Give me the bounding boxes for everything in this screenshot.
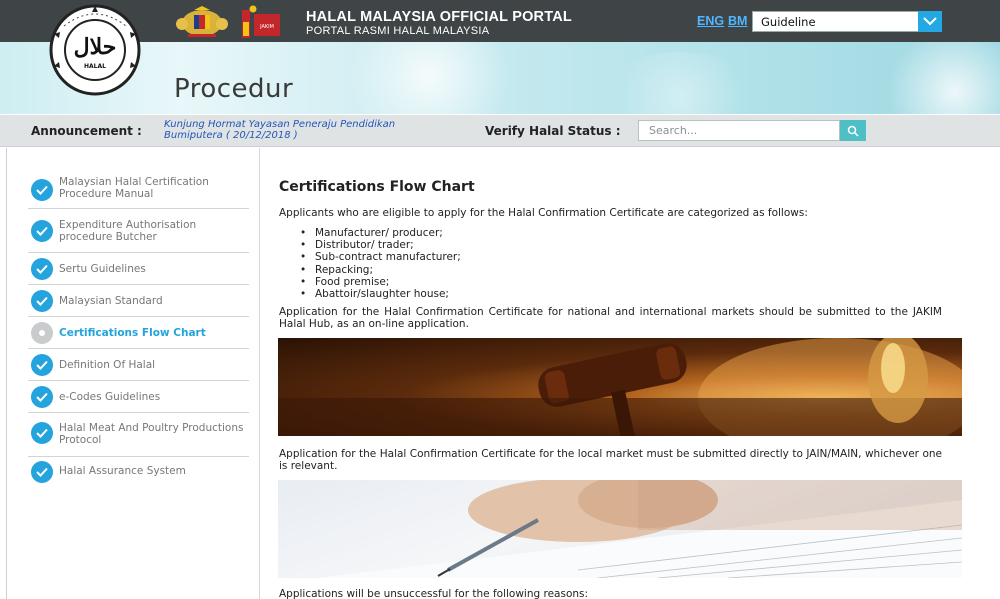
check-circle-icon bbox=[31, 461, 53, 483]
applicant-categories-list: Manufacturer/ producer; Distributor/ tra… bbox=[300, 227, 461, 300]
announcement-label: Announcement : bbox=[31, 124, 142, 138]
guideline-select[interactable]: Guideline bbox=[752, 11, 942, 32]
sidebar-item-label: Sertu Guidelines bbox=[59, 263, 146, 275]
check-circle-icon bbox=[31, 179, 53, 201]
sidebar-item-label: Certifications Flow Chart bbox=[59, 327, 206, 339]
sidebar-item-definition-of-halal[interactable]: Definition Of Halal bbox=[28, 349, 249, 381]
portal-subtitle: PORTAL RASMI HALAL MALAYSIA bbox=[306, 25, 490, 37]
sidebar-item-halal-assurance-system[interactable]: Halal Assurance System bbox=[28, 457, 249, 487]
verify-halal-label: Verify Halal Status : bbox=[485, 124, 621, 138]
check-circle-icon bbox=[31, 290, 53, 312]
list-item: Manufacturer/ producer; bbox=[300, 227, 461, 239]
sidebar-item-halal-procedure-manual[interactable]: Malaysian Halal Certification Procedure … bbox=[28, 172, 249, 209]
active-dot-icon bbox=[31, 322, 53, 344]
unsuccessful-reasons-paragraph: Applications will be unsuccessful for th… bbox=[279, 588, 589, 599]
lang-bm-link[interactable]: BM bbox=[728, 14, 747, 28]
sidebar-item-halal-meat-poultry-protocol[interactable]: Halal Meat And Poultry Productions Proto… bbox=[28, 413, 249, 457]
sidebar-item-label: Halal Meat And Poultry Productions Proto… bbox=[59, 422, 244, 446]
list-item: Distributor/ trader; bbox=[300, 239, 461, 251]
portal-title: HALAL MALAYSIA OFFICIAL PORTAL bbox=[306, 9, 572, 25]
international-market-paragraph: Application for the Halal Confirmation C… bbox=[279, 306, 942, 330]
search-icon bbox=[847, 125, 859, 137]
check-circle-icon bbox=[31, 422, 53, 444]
list-item: Abattoir/slaughter house; bbox=[300, 288, 461, 300]
jakim-logo-icon: JAKIM bbox=[242, 5, 280, 38]
malaysia-coat-of-arms-icon bbox=[176, 6, 228, 37]
chevron-down-icon[interactable] bbox=[918, 11, 942, 32]
announcement-bar: Announcement : Kunjung Hormat Yayasan Pe… bbox=[0, 115, 1000, 147]
list-item: Sub-contract manufacturer; bbox=[300, 251, 461, 263]
check-circle-icon bbox=[31, 386, 53, 408]
sidebar-item-label: Malaysian Halal Certification Procedure … bbox=[59, 176, 209, 200]
svg-text:حلال: حلال bbox=[74, 34, 117, 60]
gavel-image bbox=[278, 338, 962, 436]
sidebar-item-label: Halal Assurance System bbox=[59, 465, 186, 477]
sidebar-item-label: e-Codes Guidelines bbox=[59, 391, 161, 403]
verify-search-input[interactable] bbox=[638, 120, 840, 141]
check-circle-icon bbox=[31, 220, 53, 242]
check-circle-icon bbox=[31, 354, 53, 376]
sidebar-item-sertu-guidelines[interactable]: Sertu Guidelines bbox=[28, 253, 249, 285]
sidebar-item-label: Expenditure Authorisation procedure Butc… bbox=[59, 219, 197, 243]
list-item: Food premise; bbox=[300, 276, 461, 288]
halal-logo-text: HALAL bbox=[84, 63, 106, 70]
sidebar-item-label: Definition Of Halal bbox=[59, 359, 156, 371]
sidebar-item-e-codes-guidelines[interactable]: e-Codes Guidelines bbox=[28, 381, 249, 413]
jakim-text: JAKIM bbox=[259, 24, 274, 30]
sidebar-item-butcher-procedure[interactable]: Expenditure Authorisation procedure Butc… bbox=[28, 213, 249, 253]
intro-paragraph: Applicants who are eligible to apply for… bbox=[279, 207, 808, 219]
check-circle-icon bbox=[31, 258, 53, 280]
lang-eng-link[interactable]: ENG bbox=[697, 14, 724, 28]
page-heading: Procedur bbox=[174, 74, 294, 104]
sidebar-item-label: Malaysian Standard bbox=[59, 295, 163, 307]
signing-document-image bbox=[278, 480, 962, 578]
sidebar-item-malaysian-standard[interactable]: Malaysian Standard bbox=[28, 285, 249, 317]
list-item: Repacking; bbox=[300, 264, 461, 276]
sidebar-item-certifications-flow-chart[interactable]: Certifications Flow Chart bbox=[28, 317, 249, 349]
halal-malaysia-logo-icon[interactable]: حلال HALAL bbox=[36, 4, 154, 96]
announcement-link[interactable]: Kunjung Hormat Yayasan Peneraju Pendidik… bbox=[164, 119, 434, 141]
search-button[interactable] bbox=[840, 120, 866, 141]
guideline-select-value: Guideline bbox=[761, 15, 816, 29]
content-title: Certifications Flow Chart bbox=[279, 179, 475, 195]
local-market-paragraph: Application for the Halal Confirmation C… bbox=[279, 448, 942, 472]
